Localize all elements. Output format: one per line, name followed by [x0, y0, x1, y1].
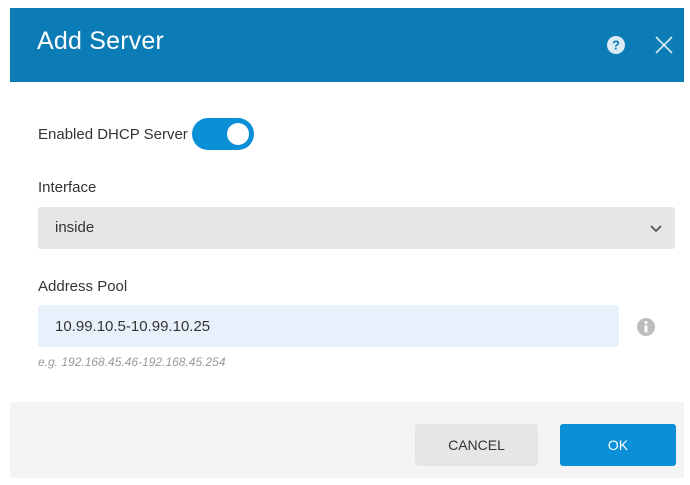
dialog-header: Add Server ? [10, 8, 684, 82]
address-pool-hint: e.g. 192.168.45.46-192.168.45.254 [38, 355, 226, 369]
help-icon[interactable]: ? [606, 35, 626, 55]
dialog-body: Enabled DHCP Server Interface inside Add… [10, 82, 684, 402]
close-icon[interactable] [654, 35, 674, 55]
address-pool-input[interactable] [38, 305, 619, 347]
cancel-button[interactable]: CANCEL [415, 424, 538, 466]
chevron-down-icon [650, 225, 662, 233]
dhcp-toggle-label: Enabled DHCP Server [38, 125, 188, 143]
add-server-dialog: Add Server ? Enabled DHCP Server Interfa… [10, 8, 684, 478]
interface-select[interactable]: inside [38, 207, 675, 249]
svg-text:?: ? [612, 38, 620, 53]
info-icon[interactable] [636, 317, 656, 337]
interface-select-value: inside [55, 219, 95, 236]
ok-button[interactable]: OK [560, 424, 676, 466]
dhcp-toggle-row: Enabled DHCP Server [38, 117, 254, 151]
interface-label: Interface [38, 179, 97, 196]
dialog-title: Add Server [37, 27, 165, 55]
dhcp-enabled-toggle[interactable] [191, 118, 254, 150]
dialog-footer: CANCEL OK [10, 402, 684, 478]
toggle-knob [226, 123, 249, 145]
address-pool-label: Address Pool [38, 278, 128, 295]
